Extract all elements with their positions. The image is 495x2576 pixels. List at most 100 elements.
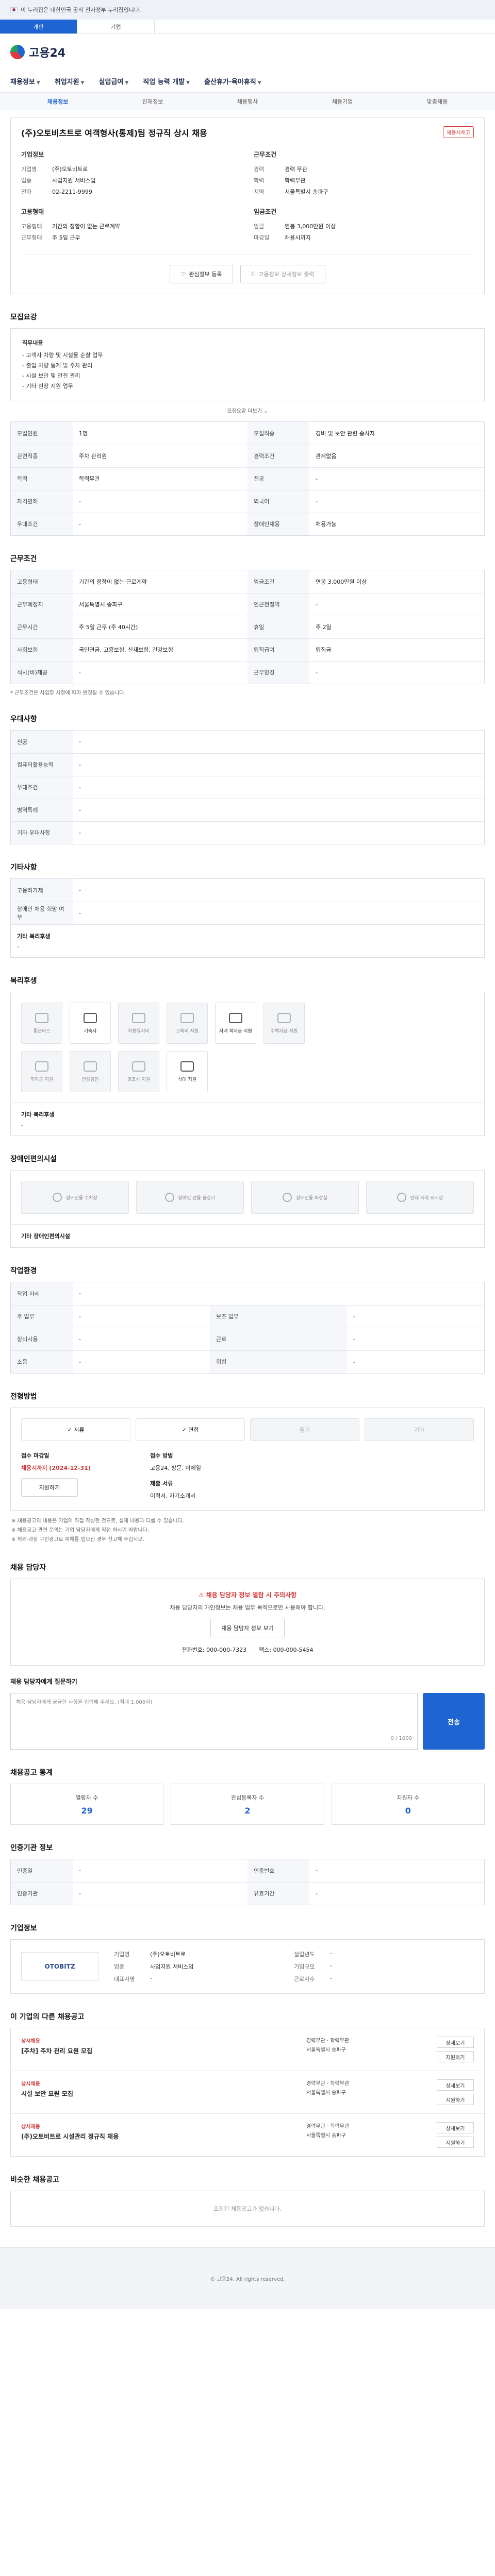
warning-icon: ⚠ [198, 1591, 206, 1599]
pencil-icon [35, 1061, 48, 1072]
sub-nav-jobs[interactable]: 채용정보 [10, 97, 105, 106]
section-title-duty: 모집요강 [10, 313, 37, 321]
benefit-tuition: 학자금 지원 [21, 1051, 62, 1092]
etc-table: 고용허가제 - 장애인 채용 희망 여부 - 기타 복리후생 - [10, 878, 485, 958]
benefit-car: 차량유지비 [118, 1003, 159, 1044]
inquiry-form: 채용 담당자에게 궁금한 사항을 입력해 주세요. (최대 1,000자) 0 … [10, 1693, 485, 1750]
process-step-interview: ✓ 면접 [136, 1418, 245, 1441]
heart-icon: ♡ [180, 270, 186, 278]
main-nav: 채용정보 ▼ 취업지원 ▼ 실업급여 ▼ 직업 능력 개발 ▼ 출산휴가·육아휴직 ▼ [0, 70, 495, 93]
report-button[interactable]: 채용시해고 [443, 126, 474, 138]
job-summary: (주)오토비츠트로 여객형사(통제)팀 정규직 상시 채용 채용시해고 기업정보… [10, 117, 485, 294]
facility-restroom: 장애인용 화장실 [251, 1181, 359, 1214]
chevron-down-icon: ▼ [186, 80, 190, 86]
other-job-title[interactable]: (주)오토비트로 시설관리 정규직 채용 [21, 2132, 269, 2141]
site-header: 고용24 [0, 34, 495, 70]
top-tab-personal[interactable]: 개인 [0, 20, 77, 33]
other-job-title[interactable]: [주차] 주차 관리 요원 모집 [21, 2046, 269, 2056]
bed-icon [84, 1012, 97, 1023]
facility-box: 장애인용 주차장 장애인 전용 승강기 장애인용 화장실 안내 시각 표시장 기… [10, 1170, 485, 1248]
site-footer: © 고용24. All rights reserved. [0, 2247, 495, 2309]
chevron-down-icon: ▼ [125, 80, 129, 86]
other-jobs-list: 상시채용 [주차] 주차 관리 요원 모집 경력무관 · 학력무관 서울특별시 송파… [10, 2028, 485, 2157]
other-job-title[interactable]: 시설 보안 요원 모집 [21, 2089, 269, 2098]
detail-button[interactable]: 상세보기 [437, 2037, 474, 2048]
sub-nav-events[interactable]: 채용행사 [200, 97, 295, 106]
nav-vocational-training[interactable]: 직업 능력 개발 ▼ [143, 76, 190, 86]
process-step-document: ✓ 서류 [21, 1418, 130, 1441]
environment-table: 작업 자세 - 주 업무 - 보조 업무 - 장비사용 - 근로 - 소음 - 위험 - [10, 1282, 485, 1374]
benefit-child-tuition: 자녀 학자금 지원 [215, 1003, 256, 1044]
sub-nav-companies[interactable]: 채용기업 [295, 97, 390, 106]
process-step-written: 필기 [250, 1418, 359, 1441]
chevron-down-icon: ▼ [80, 80, 85, 86]
print-button[interactable]: ⎙ 고용정보 상세정보 출력 [240, 265, 325, 283]
detail-button[interactable]: 상세보기 [437, 2122, 474, 2133]
sub-nav-talent[interactable]: 인재정보 [105, 97, 200, 106]
detail-button[interactable]: 상세보기 [437, 2079, 474, 2091]
book-icon [180, 1012, 194, 1023]
inquiry-input[interactable]: 채용 담당자에게 궁금한 사항을 입력해 주세요. (최대 1,000자) 0 … [10, 1693, 418, 1750]
korea-flag-icon [10, 7, 18, 12]
facility-signage: 안내 시각 표시장 [366, 1181, 474, 1214]
section-title-environment: 작업환경 [10, 1267, 37, 1275]
benefit-meal: 식대 지원 [167, 1051, 208, 1092]
manager-warning: ⚠ 채용 담당자 정보 열람 시 주의사항 [198, 1591, 297, 1599]
section-title-posting: 인증기관 정보 [10, 1844, 53, 1852]
nav-employment-support[interactable]: 취업지원 ▼ [55, 76, 85, 86]
nav-jobs[interactable]: 채용정보 ▼ [10, 76, 40, 86]
list-item: 상시채용 (주)오토비트로 시설관리 정규직 채용 경력무관 · 학력무관 서울특별… [11, 2113, 484, 2156]
section-title-work: 근무조건 [10, 555, 37, 563]
similar-empty: 조회된 채용공고가 없습니다. [10, 2191, 485, 2227]
process-notices: ※ 채용공고의 내용은 기업이 직접 작성한 것으로, 실제 내용과 다를 수 … [11, 1518, 184, 1543]
list-item: 상시채용 [주차] 주차 관리 요원 모집 경력무관 · 학력무관 서울특별시 송파… [11, 2028, 484, 2071]
gov-banner-text: 이 누리집은 대한민국 공식 전자정부 누리집입니다. [21, 7, 141, 13]
inquiry-char-count: 0 / 1000 [390, 1736, 412, 1741]
stats-row: 열람자 수 29 관심등록자 수2 지원자 수0 [10, 1784, 485, 1825]
company-box: OTOBITZ 기업명 (주)오토비트로 설립년도 - 업종 사업지원 서비스업 기업… [10, 1939, 485, 1994]
section-title-etc: 기타사항 [10, 863, 37, 872]
posting-table: 인증일 - 인증번호 - 인증기관 - 유효기간 - [10, 1859, 485, 1905]
logo-icon[interactable] [10, 45, 25, 59]
stat-interests: 관심등록자 수2 [171, 1784, 324, 1825]
top-tab-business[interactable]: 기업 [77, 20, 155, 33]
interest-button[interactable]: ♡ 관심정보 등록 [170, 265, 233, 283]
nav-parental-leave[interactable]: 출산휴가·육아휴직 ▼ [204, 76, 261, 86]
benefit-education: 교육비 지원 [167, 1003, 208, 1044]
manager-info-button[interactable]: 채용 담당자 정보 보기 [210, 1619, 285, 1637]
inquiry-send-button[interactable]: 전송 [423, 1693, 485, 1750]
manager-phone: 000-000-7323 [206, 1647, 247, 1653]
facility-parking: 장애인용 주차장 [21, 1181, 129, 1214]
duty-more-link[interactable]: 모집요강 더보기 ⌄ [10, 406, 485, 414]
apply-button[interactable]: 지원하기 [437, 2051, 474, 2062]
section-title-similar: 비슷한 채용공고 [10, 2176, 60, 2184]
chevron-down-icon: ▼ [36, 80, 40, 86]
top-tabs: 개인 기업 [0, 20, 495, 34]
nav-unemployment-benefit[interactable]: 실업급여 ▼ [99, 76, 129, 86]
stethoscope-icon [84, 1061, 97, 1072]
apply-button[interactable]: 지원하기 [437, 2137, 474, 2148]
site-logo[interactable]: 고용24 [29, 44, 65, 60]
benefit-commute-bus: 통근버스 [21, 1003, 62, 1044]
facility-elevator: 장애인 전용 승강기 [136, 1181, 244, 1214]
car-icon [132, 1012, 145, 1023]
graduation-cap-icon [229, 1012, 242, 1023]
inquiry-title: 채용 담당자에게 질문하기 [10, 1678, 77, 1685]
apply-button[interactable]: 지원하기 [21, 1478, 78, 1497]
sub-nav: 채용정보 인재정보 채용행사 채용기업 맞춤채용 [0, 93, 495, 110]
gov-banner: 이 누리집은 대한민국 공식 전자정부 누리집입니다. [0, 0, 495, 20]
signage-icon [397, 1193, 406, 1202]
work-table: 고용형태 기간의 정함이 없는 근로계약 임금조건 연봉 3,000만원 이상 근무예… [10, 570, 485, 684]
stat-applicants: 지원자 수0 [331, 1784, 485, 1825]
company-logo[interactable]: OTOBITZ [21, 1952, 98, 1981]
section-title-other-jobs: 이 기업의 다른 채용공고 [10, 2013, 85, 2021]
restroom-icon [283, 1193, 292, 1202]
process-step-other: 기타 [365, 1418, 474, 1441]
section-title-benefits: 복리후생 [10, 977, 37, 985]
apply-button[interactable]: 지원하기 [437, 2094, 474, 2105]
print-icon: ⎙ [251, 270, 256, 277]
deadline-value: 채용시까지 (2024-12-31) [21, 1465, 91, 1471]
sub-nav-custom[interactable]: 맞춤채용 [390, 97, 485, 106]
meal-icon [180, 1061, 194, 1072]
section-title-stats: 채용공고 통계 [10, 1769, 53, 1777]
